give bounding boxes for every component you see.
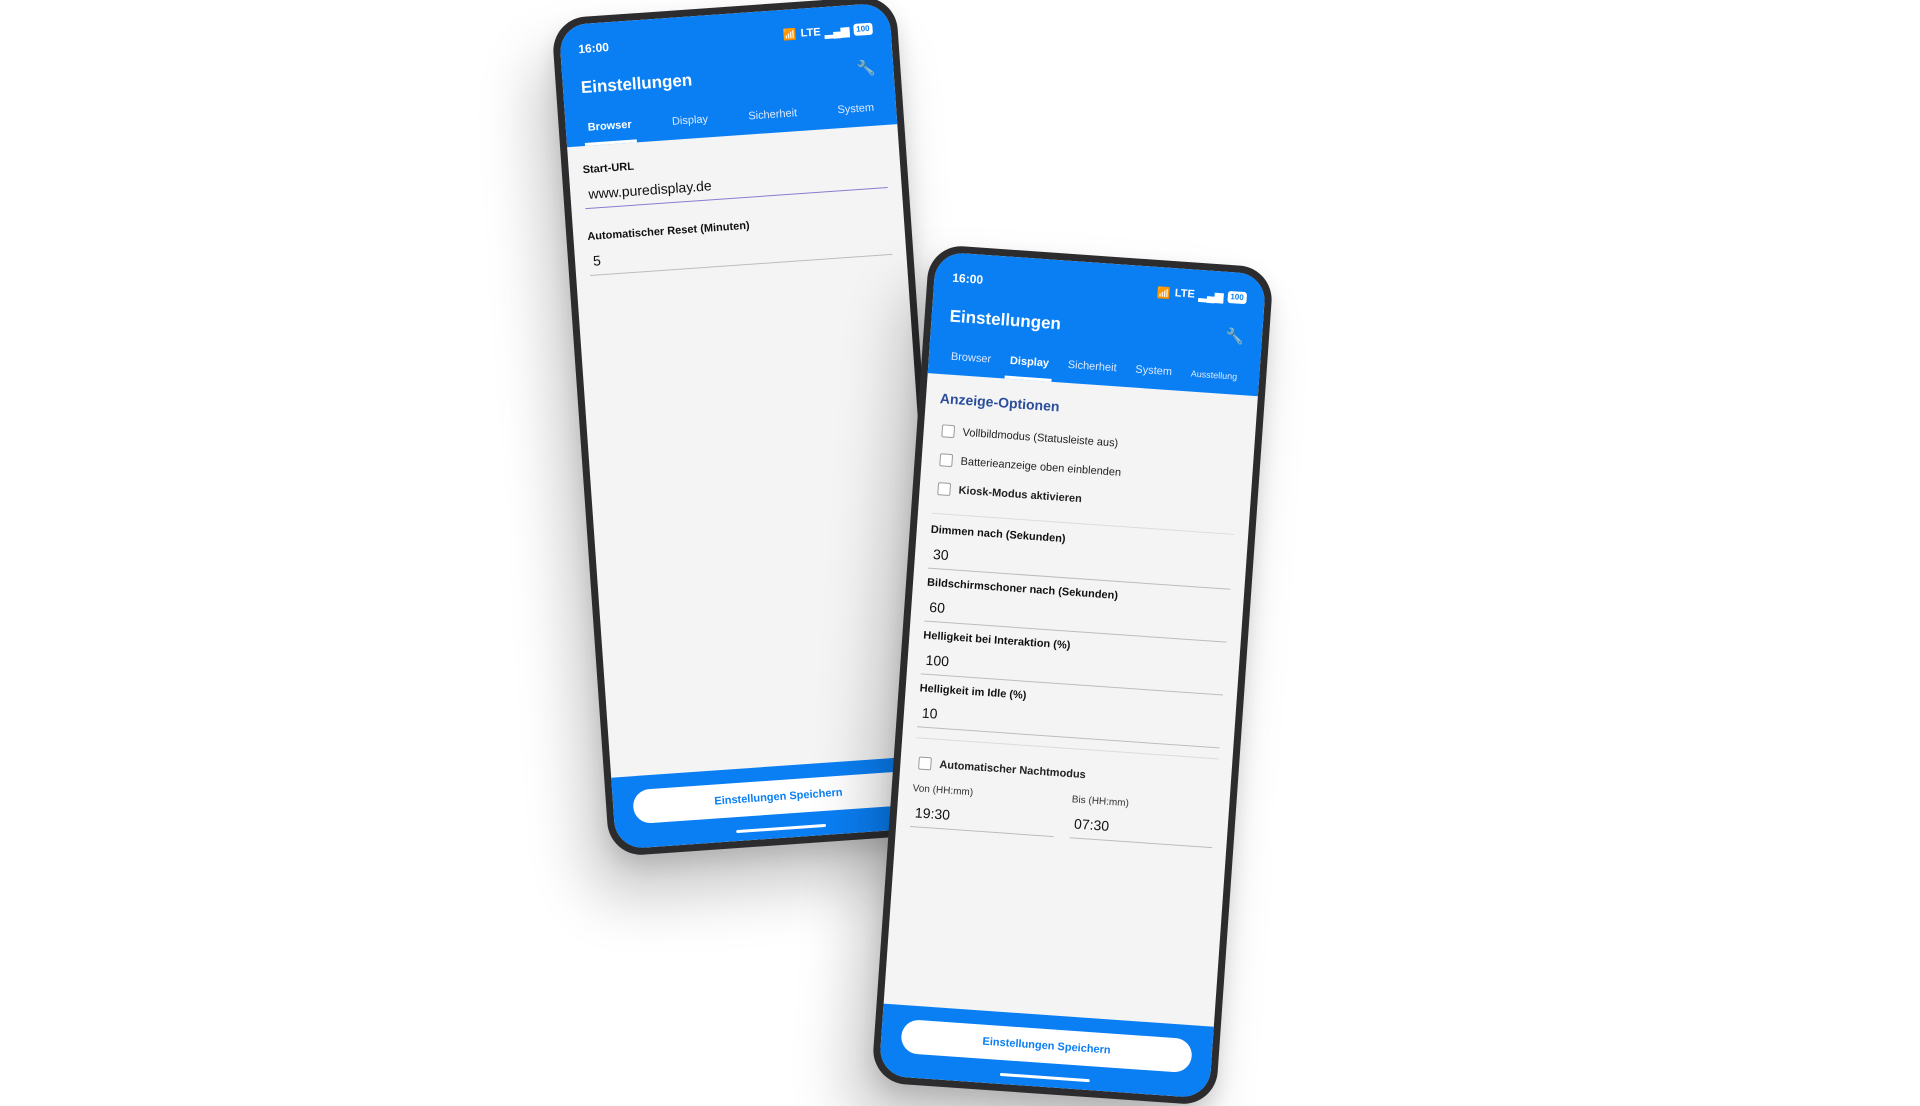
tab-browser[interactable]: Browser <box>946 339 997 378</box>
tab-system[interactable]: System <box>832 90 879 129</box>
wifi-icon: 📶 <box>782 28 798 42</box>
wrench-icon[interactable]: 🔧 <box>856 59 876 78</box>
wrench-icon[interactable]: 🔧 <box>1225 327 1245 346</box>
network-label: LTE <box>1174 287 1196 301</box>
signal-icon: ▂▄▆ <box>824 24 850 39</box>
checkbox-box[interactable] <box>939 453 954 468</box>
tab-display[interactable]: Display <box>1005 343 1055 382</box>
settings-form: Start-URL Automatischer Reset (Minuten) <box>567 124 907 287</box>
checkbox-box[interactable] <box>937 482 952 497</box>
app-bar: 16:00 📶 LTE ▂▄▆ 100 Einstellungen 🔧 Brow… <box>558 2 898 148</box>
home-indicator <box>735 823 826 834</box>
screen: 16:00 📶 LTE ▂▄▆ 100 Einstellungen 🔧 Brow… <box>558 2 947 850</box>
tab-sicherheit[interactable]: Sicherheit <box>743 95 802 135</box>
screen: 16:00 📶 LTE ▂▄▆ 100 Einstellungen 🔧 Brow… <box>878 251 1267 1099</box>
save-settings-button[interactable]: Einstellungen Speichern <box>631 769 925 825</box>
battery-icon: 100 <box>1226 290 1248 305</box>
tab-system[interactable]: System <box>1130 351 1177 390</box>
checkbox-label: Vollbildmodus (Statusleiste aus) <box>962 426 1119 450</box>
wifi-icon: 📶 <box>1156 286 1172 300</box>
checkbox-label: Batterieanzeige oben einblenden <box>960 455 1122 479</box>
battery-icon: 100 <box>852 22 873 36</box>
checkbox-label: Automatischer Nachtmodus <box>939 758 1087 781</box>
tab-ausstellung[interactable]: Ausstellung <box>1186 355 1243 395</box>
bottom-bar: Einstellungen Speichern <box>878 1003 1214 1099</box>
tab-sicherheit[interactable]: Sicherheit <box>1063 347 1122 387</box>
network-label: LTE <box>800 26 822 40</box>
checkbox-box[interactable] <box>941 424 956 439</box>
checkbox-label: Kiosk-Modus aktivieren <box>958 484 1083 505</box>
tab-browser[interactable]: Browser <box>583 106 637 146</box>
phone-display-settings: 16:00 📶 LTE ▂▄▆ 100 Einstellungen 🔧 Brow… <box>871 243 1274 1106</box>
status-time: 16:00 <box>577 40 610 57</box>
app-bar: 16:00 📶 LTE ▂▄▆ 100 Einstellungen 🔧 Brow… <box>927 251 1267 397</box>
page-title: Einstellungen <box>949 306 1062 334</box>
phone-browser-settings: 16:00 📶 LTE ▂▄▆ 100 Einstellungen 🔧 Brow… <box>551 0 954 858</box>
home-indicator <box>999 1072 1090 1083</box>
status-time: 16:00 <box>951 270 984 287</box>
page-title: Einstellungen <box>580 70 693 98</box>
checkbox-box[interactable] <box>918 756 932 771</box>
tab-display[interactable]: Display <box>667 101 713 140</box>
save-settings-button[interactable]: Einstellungen Speichern <box>900 1018 1194 1074</box>
signal-icon: ▂▄▆ <box>1198 289 1224 304</box>
settings-form: Anzeige-Optionen Vollbildmodus (Statusle… <box>895 373 1258 859</box>
